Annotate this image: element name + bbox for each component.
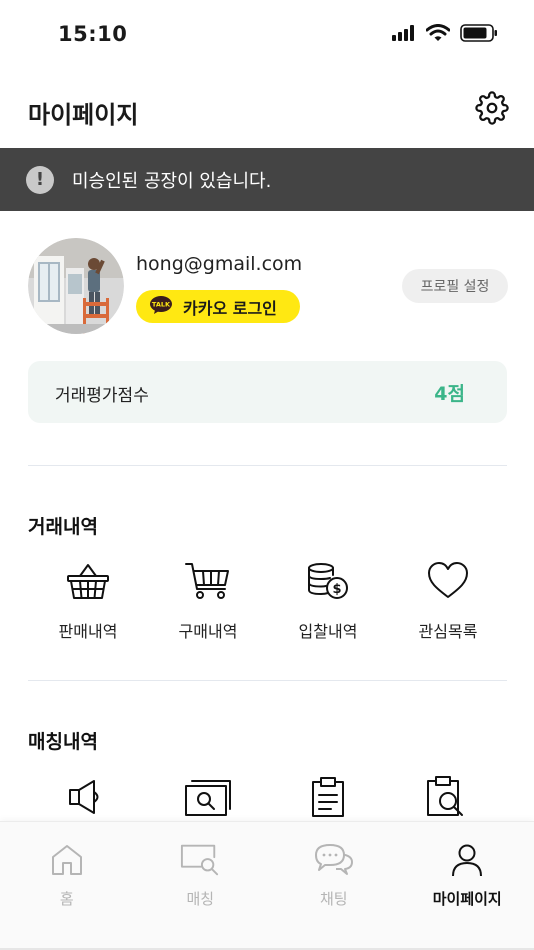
wishlist-item[interactable]: 관심목록 (388, 558, 508, 642)
page-title: 마이페이지 (28, 101, 139, 129)
svg-text:$: $ (332, 582, 341, 597)
sales-history-label: 판매내역 (58, 622, 118, 641)
settings-button[interactable] (474, 91, 510, 129)
status-icons (392, 24, 498, 46)
matching-portfolio-item[interactable] (148, 774, 268, 820)
image-search-icon (184, 774, 232, 820)
clipboard-icon (304, 774, 352, 820)
purchase-history-label: 구매내역 (178, 622, 238, 641)
wishlist-label: 관심목록 (418, 622, 478, 641)
tab-chat[interactable]: 채팅 (267, 822, 401, 950)
trade-score-label: 거래평가점수 (55, 386, 149, 406)
matching-grid (28, 774, 508, 820)
bid-history-item[interactable]: $ 입찰내역 (268, 558, 388, 642)
matching-review-item[interactable] (388, 774, 508, 820)
status-bar: 15:10 (0, 0, 534, 70)
kakao-talk-badge: TALK (152, 300, 171, 308)
divider (28, 680, 507, 681)
profile-settings-button[interactable]: 프로필 설정 (402, 269, 508, 303)
tab-home[interactable]: 홈 (0, 822, 134, 950)
tab-mypage-label: 마이페이지 (432, 890, 502, 908)
cart-icon (184, 558, 232, 604)
clipboard-search-icon (424, 774, 472, 820)
transactions-grid: 판매내역 구매내역 $ 입찰내역 관심목록 (28, 558, 508, 642)
heart-icon (424, 558, 472, 604)
notice-text: 미승인된 공장이 있습니다. (72, 170, 272, 192)
divider (28, 465, 507, 466)
sales-history-item[interactable]: 판매내역 (28, 558, 148, 642)
page-header: 마이페이지 (0, 80, 534, 140)
tab-matching-label: 매칭 (186, 890, 215, 908)
wifi-icon (425, 24, 451, 46)
coins-icon: $ (304, 558, 352, 604)
avatar[interactable] (28, 238, 124, 334)
purchase-history-item[interactable]: 구매내역 (148, 558, 268, 642)
home-icon (47, 840, 87, 880)
kakao-login-label: 카카오 로그인 (183, 298, 277, 318)
bid-history-label: 입찰내역 (298, 622, 358, 641)
user-icon (447, 840, 487, 880)
battery-icon (460, 24, 498, 46)
monitor-search-icon (180, 840, 220, 880)
signal-icon (392, 25, 416, 45)
matching-title: 매칭내역 (28, 731, 98, 753)
trade-score-card: 거래평가점수 4점 (28, 361, 507, 423)
chat-icon (314, 840, 354, 880)
unapproved-factory-notice[interactable]: ! 미승인된 공장이 있습니다. (0, 148, 534, 211)
exclamation-icon: ! (26, 165, 54, 194)
profile-email: hong@gmail.com (136, 253, 303, 275)
tab-mypage[interactable]: 마이페이지 (401, 822, 534, 950)
transactions-title: 거래내역 (28, 516, 98, 538)
trade-score-value: 4점 (434, 383, 465, 405)
basket-icon (64, 558, 112, 604)
gear-icon (475, 91, 509, 129)
kakao-talk-icon: TALK (149, 295, 173, 319)
tab-chat-label: 채팅 (319, 890, 348, 908)
profile-section: hong@gmail.com TALK 카카오 로그인 프로필 설정 (28, 238, 508, 338)
status-time: 15:10 (58, 22, 128, 46)
megaphone-icon (64, 774, 112, 820)
bottom-tab-bar: 홈 매칭 채팅 마이페이지 (0, 821, 534, 950)
tab-matching[interactable]: 매칭 (134, 822, 268, 950)
kakao-login-button[interactable]: TALK 카카오 로그인 (136, 290, 300, 323)
matching-contract-item[interactable] (268, 774, 388, 820)
matching-request-item[interactable] (28, 774, 148, 820)
tab-home-label: 홈 (59, 890, 74, 908)
